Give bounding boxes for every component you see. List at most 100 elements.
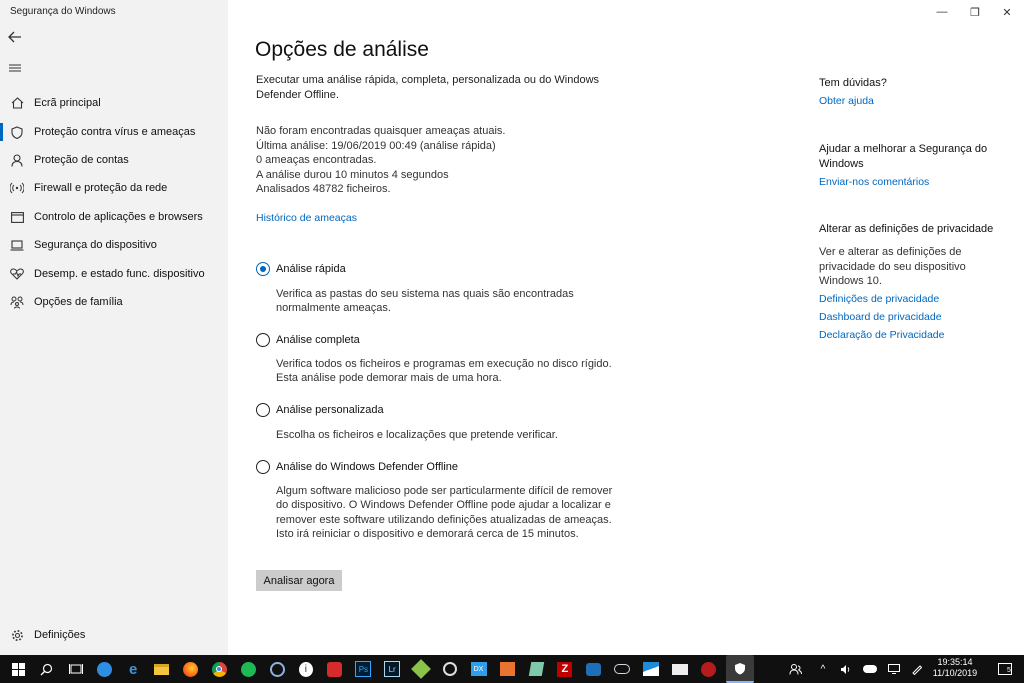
intro-line: Defender Offline. bbox=[256, 88, 339, 101]
option-quick-scan[interactable]: Análise rápida bbox=[256, 262, 346, 276]
search-icon[interactable] bbox=[35, 659, 59, 679]
onedrive-icon[interactable] bbox=[610, 659, 634, 679]
filezilla-icon[interactable]: Z bbox=[553, 659, 577, 679]
firefox-icon[interactable] bbox=[179, 659, 203, 679]
lightroom-icon[interactable]: Lr bbox=[380, 659, 404, 679]
radio-button[interactable] bbox=[256, 460, 270, 474]
option-full-scan[interactable]: Análise completa bbox=[256, 333, 360, 347]
network-tray-icon[interactable] bbox=[886, 655, 902, 683]
shield-icon bbox=[0, 125, 34, 139]
pen-tray-icon[interactable] bbox=[909, 655, 925, 683]
edge-icon[interactable]: e bbox=[121, 659, 145, 679]
desc-line: remover este software utilizando definiç… bbox=[276, 513, 612, 526]
puzzle-app-icon[interactable] bbox=[438, 659, 462, 679]
desc-line: Verifica todos os ficheiros e programas … bbox=[276, 358, 612, 370]
scan-status: Não foram encontradas quaisquer ameaças … bbox=[256, 124, 505, 197]
notepad-app-icon[interactable] bbox=[524, 659, 548, 679]
privacy-settings-link[interactable]: Definições de privacidade bbox=[819, 293, 939, 305]
text-line: privacidade do seu dispositivo bbox=[819, 260, 966, 273]
system-clock[interactable]: 19:35:14 11/10/2019 bbox=[930, 657, 980, 679]
onedrive-tray-icon[interactable] bbox=[861, 655, 879, 683]
thunderbird-icon[interactable] bbox=[92, 659, 116, 679]
sidebar-item-label: Controlo de aplicações e browsers bbox=[34, 211, 203, 223]
desc-line: normalmente ameaças. bbox=[276, 302, 391, 315]
volume-icon[interactable] bbox=[838, 655, 854, 683]
task-view-icon[interactable] bbox=[64, 659, 88, 679]
orange-app-icon[interactable] bbox=[495, 659, 519, 679]
laptop-icon bbox=[0, 239, 34, 251]
image-app-icon[interactable] bbox=[639, 659, 663, 679]
scan-now-button[interactable]: Analisar agora bbox=[256, 570, 342, 591]
chrome-icon[interactable] bbox=[207, 659, 231, 679]
close-button[interactable]: ✕ bbox=[990, 0, 1024, 24]
improve-heading: Ajudar a melhorar a Segurança do Windows bbox=[819, 142, 987, 171]
minimize-button[interactable]: — bbox=[925, 0, 959, 24]
app-browser-icon bbox=[0, 211, 34, 223]
action-center-button[interactable]: 5 bbox=[992, 655, 1018, 683]
info-app-icon[interactable]: i bbox=[294, 659, 318, 679]
get-help-link[interactable]: Obter ajuda bbox=[819, 95, 874, 107]
dx-app-icon[interactable]: DX bbox=[467, 659, 491, 679]
sidebar-item-account-protection[interactable]: Proteção de contas bbox=[0, 147, 228, 173]
option-description: Verifica todos os ficheiros e programas … bbox=[276, 357, 612, 386]
status-line: Analisados 48782 ficheiros. bbox=[256, 183, 391, 195]
photoshop-icon[interactable]: Ps bbox=[351, 659, 375, 679]
chevron-up-icon[interactable]: ^ bbox=[816, 655, 830, 683]
privacy-dashboard-link[interactable]: Dashboard de privacidade bbox=[819, 311, 942, 323]
radio-button-checked[interactable] bbox=[256, 262, 270, 276]
people-icon[interactable] bbox=[784, 655, 806, 683]
windows-start-icon[interactable] bbox=[6, 659, 30, 679]
red-badge-icon[interactable] bbox=[697, 659, 721, 679]
person-icon bbox=[0, 153, 34, 167]
file-explorer-icon[interactable] bbox=[150, 659, 174, 679]
sidebar-item-virus-protection[interactable]: Proteção contra vírus e ameaças bbox=[0, 119, 228, 145]
radio-button[interactable] bbox=[256, 333, 270, 347]
windows-security-window: Segurança do Windows Ecrã principal Prot… bbox=[0, 0, 1024, 683]
clock-date: 11/10/2019 bbox=[932, 668, 978, 678]
desc-line: Isto irá reiniciar o dispositivo e demor… bbox=[276, 527, 579, 540]
send-feedback-link[interactable]: Enviar-nos comentários bbox=[819, 176, 929, 188]
privacy-statement-link[interactable]: Declaração de Privacidade bbox=[819, 329, 945, 341]
option-label: Análise rápida bbox=[276, 263, 346, 275]
cloud-app-icon[interactable] bbox=[582, 659, 606, 679]
privacy-heading: Alterar as definições de privacidade bbox=[819, 223, 994, 235]
spotify-icon[interactable] bbox=[236, 659, 260, 679]
home-icon bbox=[0, 97, 34, 109]
option-custom-scan[interactable]: Análise personalizada bbox=[256, 403, 384, 417]
desc-line: Escolha os ficheiros e localizações que … bbox=[276, 429, 558, 441]
sidebar-item-label: Proteção de contas bbox=[34, 154, 129, 166]
red-app-icon[interactable] bbox=[323, 659, 347, 679]
option-label: Análise completa bbox=[276, 334, 360, 346]
intro-line: Executar uma análise rápida, completa, p… bbox=[256, 74, 600, 86]
option-defender-offline-scan[interactable]: Análise do Windows Defender Offline bbox=[256, 460, 458, 474]
mail-app-icon[interactable] bbox=[668, 659, 692, 679]
sidebar: Segurança do Windows Ecrã principal Prot… bbox=[0, 0, 228, 655]
sidebar-item-family-options[interactable]: Opções de família bbox=[0, 289, 228, 315]
sidebar-item-firewall[interactable]: Firewall e proteção da rede bbox=[0, 175, 228, 201]
intro-text: Executar uma análise rápida, completa, p… bbox=[256, 73, 599, 102]
threat-history-link[interactable]: Histórico de ameaças bbox=[256, 212, 357, 224]
desc-line: Esta análise pode demorar mais de uma ho… bbox=[276, 372, 502, 385]
status-line: 0 ameaças encontradas. bbox=[256, 154, 377, 166]
heading-line: Windows bbox=[819, 157, 864, 170]
option-label: Análise personalizada bbox=[276, 404, 384, 416]
family-icon bbox=[0, 296, 34, 309]
back-button[interactable] bbox=[4, 26, 26, 48]
radio-button[interactable] bbox=[256, 403, 270, 417]
privacy-text: Ver e alterar as definições de privacida… bbox=[819, 245, 966, 289]
desc-line: do dispositivo. O Windows Defender Offli… bbox=[276, 499, 611, 512]
wireless-icon bbox=[0, 182, 34, 194]
sidebar-item-device-performance[interactable]: Desemp. e estado func. dispositivo bbox=[0, 261, 228, 287]
defender-icon[interactable] bbox=[725, 655, 754, 683]
network-app-icon[interactable] bbox=[265, 659, 289, 679]
green-app-icon[interactable] bbox=[409, 659, 433, 679]
restore-button[interactable]: ❐ bbox=[958, 0, 992, 24]
sidebar-item-device-security[interactable]: Segurança do dispositivo bbox=[0, 232, 228, 258]
sidebar-item-app-browser-control[interactable]: Controlo de aplicações e browsers bbox=[0, 204, 228, 230]
help-heading: Tem dúvidas? bbox=[819, 77, 887, 89]
hamburger-menu-button[interactable] bbox=[4, 57, 26, 79]
sidebar-item-label: Opções de família bbox=[34, 296, 123, 308]
status-line: A análise durou 10 minutos 4 segundos bbox=[256, 168, 449, 181]
sidebar-item-settings[interactable]: Definições bbox=[0, 622, 228, 648]
sidebar-item-home[interactable]: Ecrã principal bbox=[0, 90, 228, 116]
